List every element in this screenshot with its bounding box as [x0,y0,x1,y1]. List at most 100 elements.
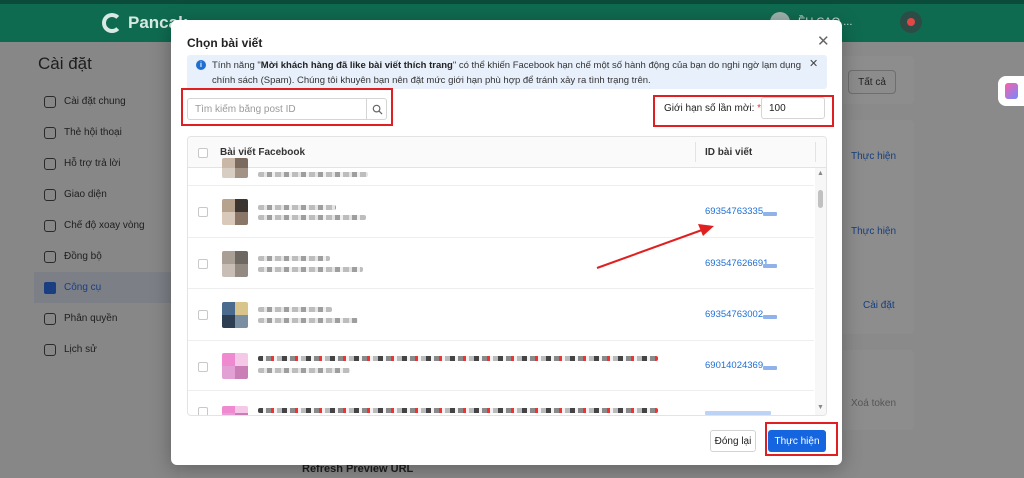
scroll-thumb[interactable] [818,190,823,208]
page-title: Cài đặt [38,54,92,73]
warning-alert: i Tính năng "Mời khách hàng đã like bài … [187,55,827,89]
table-header: Bài viết Facebook ID bài viết [188,137,826,168]
post-id-tag [763,315,777,319]
post-content-blurred [258,205,336,210]
sidebar-item-label: Chế độ xoay vòng [64,220,145,231]
bg-action-link[interactable]: Thực hiện [851,151,896,162]
table-row[interactable]: 69014024369 [188,341,814,391]
select-all-checkbox[interactable] [198,148,208,158]
floating-app-badge[interactable] [998,76,1024,106]
post-content-blurred [258,267,363,272]
sidebar-item-label: Giao diện [64,189,107,200]
alert-prefix: Tính năng " [212,60,261,71]
post-thumbnail [222,158,248,178]
highlight-invite-limit [653,95,834,127]
column-divider [815,142,816,162]
sidebar-item-tags[interactable]: Thẻ hội thoại [34,117,180,148]
column-divider [695,142,696,162]
table-row[interactable] [188,391,814,415]
scroll-up-icon[interactable]: ▲ [817,170,824,177]
post-id-link[interactable]: 69014024369 [705,360,763,371]
tag-icon [44,126,56,139]
sidebar-item-label: Hỗ trợ trả lời [64,158,121,169]
bg-panel [830,350,914,430]
close-button[interactable]: Đóng lại [710,430,756,452]
row-checkbox[interactable] [198,362,208,372]
post-thumbnail [222,406,248,415]
chat-icon [44,157,56,170]
post-content-blurred [258,408,658,413]
post-content-blurred [258,307,332,312]
rotate-icon [44,219,56,232]
bg-settings-link[interactable]: Cài đặt [863,300,895,311]
logo-icon [102,13,122,33]
select-post-modal: Chọn bài viết ✕ i Tính năng "Mời khách h… [171,20,842,465]
sidebar-item-label: Phân quyền [64,313,118,324]
post-id-tag [763,264,777,268]
bell-icon[interactable] [900,11,923,33]
column-header-id: ID bài viết [705,147,753,158]
table-row[interactable]: 693547626691 [188,238,814,289]
notification-dot [907,18,916,26]
posts-table: Bài viết Facebook ID bài viết 6935476333… [187,136,827,416]
row-checkbox[interactable] [198,207,208,217]
row-checkbox[interactable] [198,259,208,269]
bg-action-link[interactable]: Thực hiện [851,226,896,237]
alert-feature-name: Mời khách hàng đã like bài viết thích tr… [260,60,453,71]
alert-close-icon[interactable]: ✕ [809,57,818,72]
post-id-tag [705,411,771,415]
post-thumbnail [222,251,248,277]
post-thumbnail [222,353,248,379]
sidebar-item-general[interactable]: Cài đặt chung [34,86,180,117]
highlight-search-box [181,88,393,126]
post-id-link[interactable]: 69354763002 [705,309,763,320]
highlight-submit-button [765,422,838,456]
post-thumbnail [222,302,248,328]
row-checkbox[interactable] [198,407,208,415]
sidebar-item-label: Công cụ [64,282,102,293]
post-content-blurred [258,368,350,373]
table-scrollbar[interactable]: ▲ ▼ [815,168,826,415]
wrench-icon [44,281,56,294]
sidebar-item-interface[interactable]: Giao diện [34,179,180,210]
sidebar-item-history[interactable]: Lịch sử [34,334,180,365]
sidebar-item-permissions[interactable]: Phân quyền [34,303,180,334]
scroll-down-icon[interactable]: ▼ [817,404,824,411]
sidebar-item-rotation[interactable]: Chế độ xoay vòng [34,210,180,241]
row-checkbox[interactable] [198,310,208,320]
gear-icon [44,95,56,108]
close-icon[interactable]: ✕ [817,32,830,50]
history-icon [44,343,56,356]
post-content-blurred [258,172,368,177]
delete-token-button[interactable]: Xoá token [851,398,896,409]
settings-menu: Cài đặt chung Thẻ hội thoại Hỗ trợ trả l… [34,86,180,365]
post-id-tag [763,366,777,370]
post-id-link[interactable]: 693547626691 [705,258,768,269]
sidebar-item-tools[interactable]: Công cụ [34,272,180,303]
sidebar-item-label: Lịch sử [64,344,97,355]
post-id-link[interactable]: 69354763335 [705,206,763,217]
post-content-blurred [258,318,358,323]
post-thumbnail [222,199,248,225]
all-button[interactable]: Tất cả [848,70,896,94]
table-row[interactable]: 69354763335 [188,186,814,238]
sidebar-item-reply-support[interactable]: Hỗ trợ trả lời [34,148,180,179]
post-content-blurred [258,256,330,261]
post-content-blurred [258,215,366,220]
users-icon [44,312,56,325]
post-id-tag [763,212,777,216]
table-row[interactable] [188,158,814,186]
app-icon [1004,83,1018,99]
sidebar-item-label: Đồng bộ [64,251,102,262]
table-row[interactable]: 69354763002 [188,289,814,341]
modal-title: Chọn bài viết [187,36,263,50]
info-icon: i [196,60,206,70]
top-bar-strip [0,0,1024,4]
sidebar-item-label: Thẻ hội thoại [64,127,122,138]
post-content-blurred [258,356,658,361]
column-header-post: Bài viết Facebook [220,147,306,158]
monitor-icon [44,188,56,201]
sidebar-item-label: Cài đặt chung [64,96,126,107]
sidebar-item-sync[interactable]: Đồng bộ [34,241,180,272]
cloud-icon [44,250,56,263]
